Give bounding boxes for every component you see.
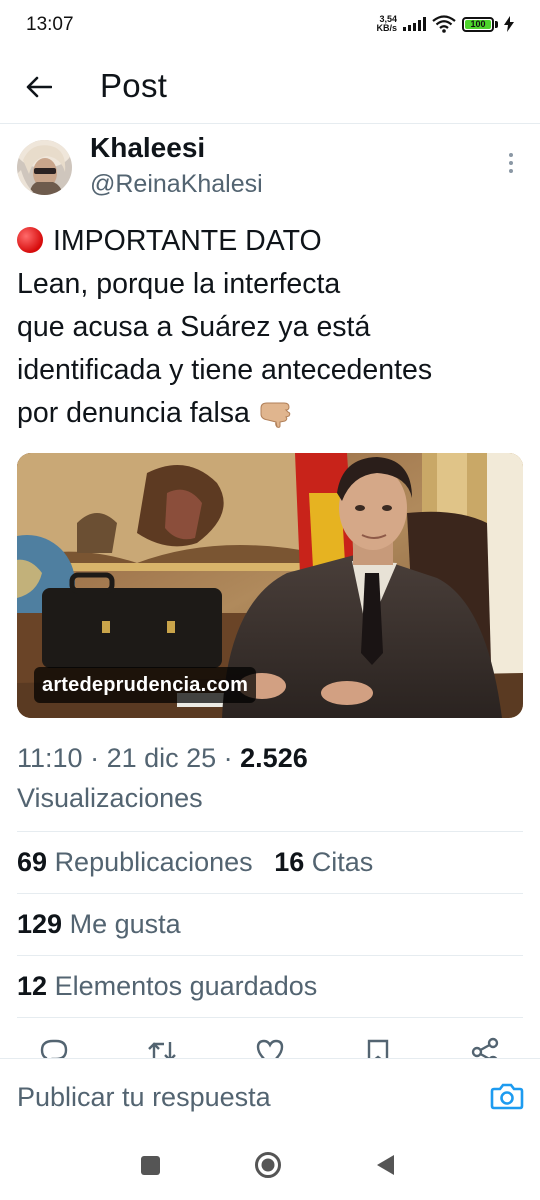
- camera-icon[interactable]: [490, 1081, 524, 1111]
- post-text-line-3: que acusa a Suárez ya está: [17, 311, 371, 343]
- battery-level: 100: [470, 18, 486, 29]
- share-icon[interactable]: [469, 1036, 501, 1058]
- quotes-count: 16: [274, 847, 305, 877]
- bookmark-icon[interactable]: [362, 1036, 394, 1058]
- network-speed: 3,54 KB/s: [376, 15, 397, 33]
- battery-tip: [495, 20, 498, 28]
- media-source-badge: artedeprudencia.com: [34, 667, 257, 703]
- views-count: 2.526: [240, 743, 308, 773]
- vertical-dots-icon: [509, 153, 513, 157]
- divider: [17, 955, 523, 956]
- reply-bar: Publicar tu respuesta: [0, 1058, 540, 1130]
- divider: [17, 1017, 523, 1018]
- likes-label: Me gusta: [69, 909, 181, 939]
- network-speed-unit: KB/s: [376, 23, 397, 33]
- status-icons: 3,54 KB/s 100: [376, 12, 514, 36]
- author-handle[interactable]: @ReinaKhalesi: [90, 170, 263, 199]
- pointing-down-emoji-icon: [260, 402, 291, 428]
- post-time: 11:10: [17, 743, 83, 773]
- page-title: Post: [100, 67, 168, 104]
- more-options-button[interactable]: [498, 148, 524, 178]
- status-bar: 13:07 3,54 KB/s 100: [0, 0, 540, 50]
- status-time: 13:07: [26, 14, 74, 35]
- heart-icon[interactable]: [254, 1036, 286, 1058]
- post-meta: 11:10 · 21 dic 25 · 2.526 Visualizacione…: [17, 743, 308, 813]
- likes-stat[interactable]: 129 Me gusta: [17, 909, 181, 940]
- system-navigation-bar: [0, 1129, 540, 1200]
- comment-icon[interactable]: [38, 1036, 70, 1058]
- post-text-line-1: IMPORTANTE DATO: [17, 220, 532, 263]
- arrow-left-icon: [26, 76, 52, 98]
- signal-icon: [403, 17, 426, 31]
- quotes-label: Citas: [311, 847, 374, 877]
- charging-icon: [504, 16, 514, 32]
- post-text-line-5-content: por denuncia falsa: [17, 397, 250, 429]
- post-text-line-2: Lean, porque la interfecta: [17, 268, 341, 300]
- home-button[interactable]: [254, 1151, 282, 1179]
- views-label: Visualizaciones: [17, 783, 203, 813]
- avatar-image: [17, 140, 72, 195]
- reposts-label: Republicaciones: [54, 847, 253, 877]
- likes-count: 129: [17, 909, 63, 939]
- author-name[interactable]: Khaleesi: [90, 132, 205, 164]
- system-back-button[interactable]: [374, 1153, 396, 1177]
- top-app-bar: Post: [0, 50, 540, 124]
- bookmarks-label: Elementos guardados: [54, 971, 318, 1001]
- bookmarks-count: 12: [17, 971, 48, 1001]
- bookmarks-stat[interactable]: 12 Elementos guardados: [17, 971, 317, 1002]
- post-text-line-5: por denuncia falsa: [17, 392, 532, 435]
- post-text: IMPORTANTE DATO Lean, porque la interfec…: [17, 220, 532, 435]
- post-text-line-1-content: IMPORTANTE DATO: [53, 225, 322, 257]
- post-text-line-4: identificada y tiene antecedentes: [17, 354, 433, 386]
- back-button[interactable]: [20, 68, 58, 106]
- divider: [17, 893, 523, 894]
- red-circle-emoji-icon: [17, 227, 43, 253]
- recent-apps-button[interactable]: [141, 1156, 160, 1175]
- divider: [17, 831, 523, 832]
- post-date: 21 dic 25: [106, 743, 217, 773]
- battery-icon: 100: [462, 16, 494, 32]
- repost-icon[interactable]: [146, 1036, 178, 1058]
- reposts-stat[interactable]: 69 Republicaciones: [17, 847, 253, 877]
- reposts-quotes-row: 69 Republicaciones 16 Citas: [17, 847, 373, 878]
- quotes-stat[interactable]: 16 Citas: [274, 847, 373, 877]
- reposts-count: 69: [17, 847, 48, 877]
- avatar[interactable]: [17, 140, 72, 195]
- wifi-icon: [432, 15, 456, 33]
- action-bar: [0, 1032, 540, 1058]
- reply-input[interactable]: Publicar tu respuesta: [17, 1082, 271, 1113]
